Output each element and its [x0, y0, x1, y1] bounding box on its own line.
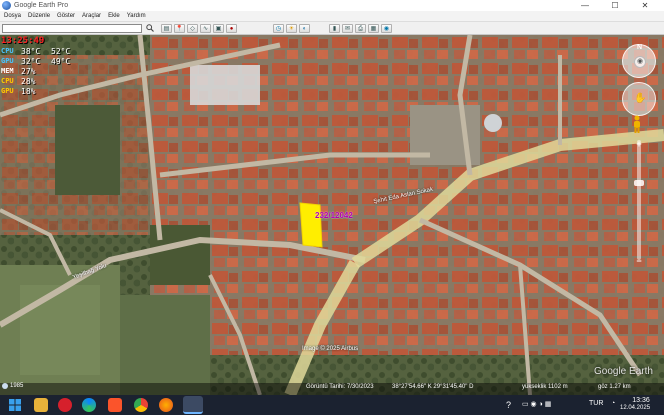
- hud-label: MEM: [1, 67, 14, 75]
- placemark-button[interactable]: 📍: [174, 24, 185, 33]
- hud-row: MEM 27%: [1, 66, 141, 76]
- hud-label: CPU: [1, 47, 14, 55]
- minimize-button[interactable]: —: [570, 0, 600, 11]
- print-button[interactable]: ⎙: [355, 24, 366, 33]
- hud-value: 28%: [21, 76, 36, 86]
- hud-value: 32°C: [21, 56, 41, 66]
- chrome-icon[interactable]: [134, 398, 148, 412]
- hud-value: 38°C: [21, 46, 41, 56]
- hud-value: 52°C: [51, 46, 71, 56]
- hud-clock: 13:25:49: [1, 36, 45, 46]
- google-earth-logo-icon: [2, 1, 11, 10]
- street-view-pegman-icon[interactable]: [632, 115, 642, 133]
- language-indicator[interactable]: TUR: [589, 400, 603, 407]
- imagery-date: Görüntü Tarihi: 7/30/2023: [306, 384, 374, 390]
- google-maps-button[interactable]: ◉: [381, 24, 392, 33]
- menu-file[interactable]: Dosya: [4, 13, 21, 19]
- sidebar-toggle-button[interactable]: ▤: [161, 24, 172, 33]
- brave-icon[interactable]: [108, 398, 122, 412]
- windows-taskbar: ? ▭ ◉ ◑ ▦ TUR ◔ 13:36 12.04.2025: [0, 395, 664, 415]
- email-button[interactable]: ✉: [342, 24, 353, 33]
- save-image-button[interactable]: ▦: [368, 24, 379, 33]
- hand-icon: ✋: [634, 93, 647, 104]
- image-overlay-button[interactable]: ▣: [213, 24, 224, 33]
- hud-label: CPU: [1, 77, 14, 85]
- taskbar-date[interactable]: 12.04.2025: [620, 405, 650, 411]
- hud-row: CPU 28%: [1, 76, 141, 86]
- parcel-polygon[interactable]: [299, 202, 323, 248]
- imagery-copyright: Image © 2025 Airbus: [302, 346, 359, 352]
- browser-icon[interactable]: [82, 398, 96, 412]
- opera-icon[interactable]: [58, 398, 72, 412]
- year-label: 1985: [10, 383, 24, 389]
- path-button[interactable]: ∿: [200, 24, 211, 33]
- hud-value: 49°C: [51, 56, 71, 66]
- title-bar: Google Earth Pro — ☐ ✕: [0, 0, 664, 11]
- taskbar-clock[interactable]: 13:36: [626, 397, 656, 404]
- file-explorer-icon[interactable]: [34, 398, 48, 412]
- menu-view[interactable]: Göster: [57, 13, 75, 19]
- menu-help[interactable]: Yardım: [127, 13, 146, 19]
- google-earth-taskbar-icon[interactable]: [183, 396, 203, 414]
- network-icon[interactable]: ◔: [611, 400, 615, 407]
- hud-row: GPU 32°C 49°C: [1, 56, 141, 66]
- eye-icon[interactable]: ◉: [634, 56, 646, 68]
- elevation-readout: yükseklik 1102 m: [522, 384, 568, 390]
- search-button[interactable]: [144, 24, 156, 33]
- toolbar: ▤ 📍 ◇ ∿ ▣ ● ◷ ☀ ◐ ▮ ✉ ⎙ ▦ ◉: [0, 22, 664, 35]
- historical-year-marker[interactable]: 1985: [2, 383, 23, 389]
- historical-imagery-button[interactable]: ◷: [273, 24, 284, 33]
- close-button[interactable]: ✕: [630, 0, 660, 11]
- search-icon: [146, 24, 154, 32]
- planets-button[interactable]: ◐: [299, 24, 310, 33]
- eye-altitude-readout: göz 1.27 km: [598, 384, 631, 390]
- compass-ring[interactable]: N ◉: [622, 44, 656, 78]
- coordinates-readout: 38°27'54.66" K 29°31'45.40" D: [392, 384, 474, 390]
- tray-icons[interactable]: ▭ ◉ ◑ ▦: [522, 400, 551, 408]
- north-indicator: N: [637, 44, 643, 51]
- polygon-button[interactable]: ◇: [187, 24, 198, 33]
- sunlight-button[interactable]: ☀: [286, 24, 297, 33]
- maximize-button[interactable]: ☐: [600, 0, 630, 11]
- start-icon[interactable]: [8, 398, 22, 412]
- menu-tools[interactable]: Araçlar: [82, 13, 101, 19]
- navigation-controls: N ◉ ✋: [622, 44, 658, 116]
- ruler-button[interactable]: ▮: [329, 24, 340, 33]
- zoom-out-button[interactable]: −: [633, 256, 645, 266]
- menu-bar: Dosya Düzenle Göster Araçlar Ekle Yardım: [0, 11, 664, 22]
- hud-row: CPU 38°C 52°C: [1, 46, 141, 56]
- parcel-number-label[interactable]: 232/12042: [315, 211, 353, 220]
- help-icon[interactable]: ?: [506, 400, 511, 410]
- hud-value: 27%: [21, 66, 36, 76]
- hud-label: GPU: [1, 87, 14, 95]
- google-earth-watermark: Google Earth: [594, 366, 653, 377]
- zoom-slider[interactable]: [637, 140, 641, 260]
- google-earth-window: Google Earth Pro — ☐ ✕ Dosya Düzenle Gös…: [0, 0, 664, 415]
- search-input[interactable]: [2, 24, 142, 33]
- move-ring[interactable]: ✋: [622, 82, 656, 116]
- menu-add[interactable]: Ekle: [108, 13, 120, 19]
- timeline-dot-icon: [2, 383, 8, 389]
- window-title: Google Earth Pro: [14, 2, 69, 9]
- menu-edit[interactable]: Düzenle: [28, 13, 50, 19]
- hud-label: GPU: [1, 57, 14, 65]
- zoom-in-button[interactable]: +: [633, 139, 645, 149]
- firefox-icon[interactable]: [159, 398, 173, 412]
- hardware-monitor-overlay: 13:25:49 CPU 38°C 52°C GPU 32°C 49°C MEM…: [1, 36, 141, 96]
- record-tour-button[interactable]: ●: [226, 24, 237, 33]
- hud-row: GPU 18%: [1, 86, 141, 96]
- zoom-slider-handle[interactable]: [634, 180, 644, 186]
- status-bar: Görüntü Tarihi: 7/30/2023 38°27'54.66" K…: [0, 383, 664, 395]
- hud-value: 18%: [21, 86, 36, 96]
